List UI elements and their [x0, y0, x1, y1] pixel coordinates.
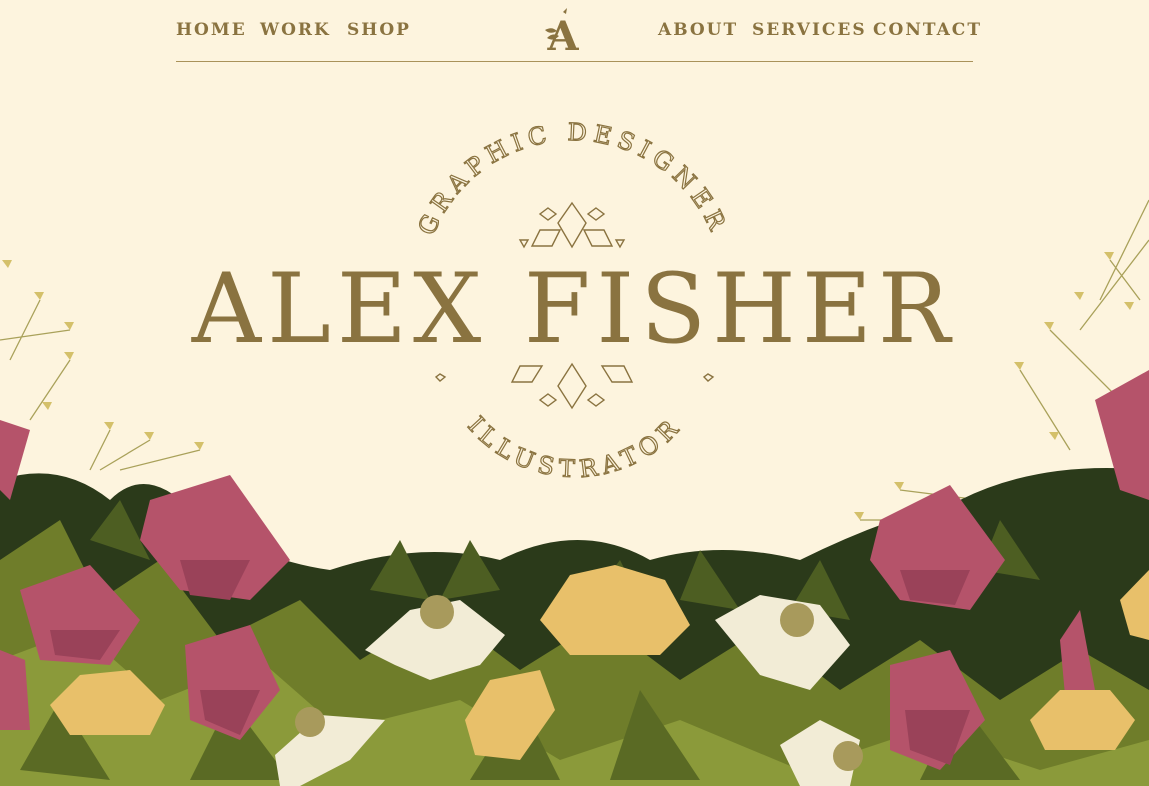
hero-illustration: GRAPHIC DESIGNER ILLUSTRATOR ALEX FISHER: [0, 117, 1149, 786]
top-arc-text: GRAPHIC DESIGNER: [412, 118, 733, 239]
ornament-bottom-icon: [434, 362, 715, 410]
ornament-top-icon: [518, 201, 626, 249]
sprig-left-icon: [0, 299, 201, 471]
hero-name-title: ALEX FISHER: [191, 253, 956, 365]
bottom-arc-text: ILLUSTRATOR: [462, 411, 687, 483]
sprig-buds-left-icon: [2, 260, 204, 450]
